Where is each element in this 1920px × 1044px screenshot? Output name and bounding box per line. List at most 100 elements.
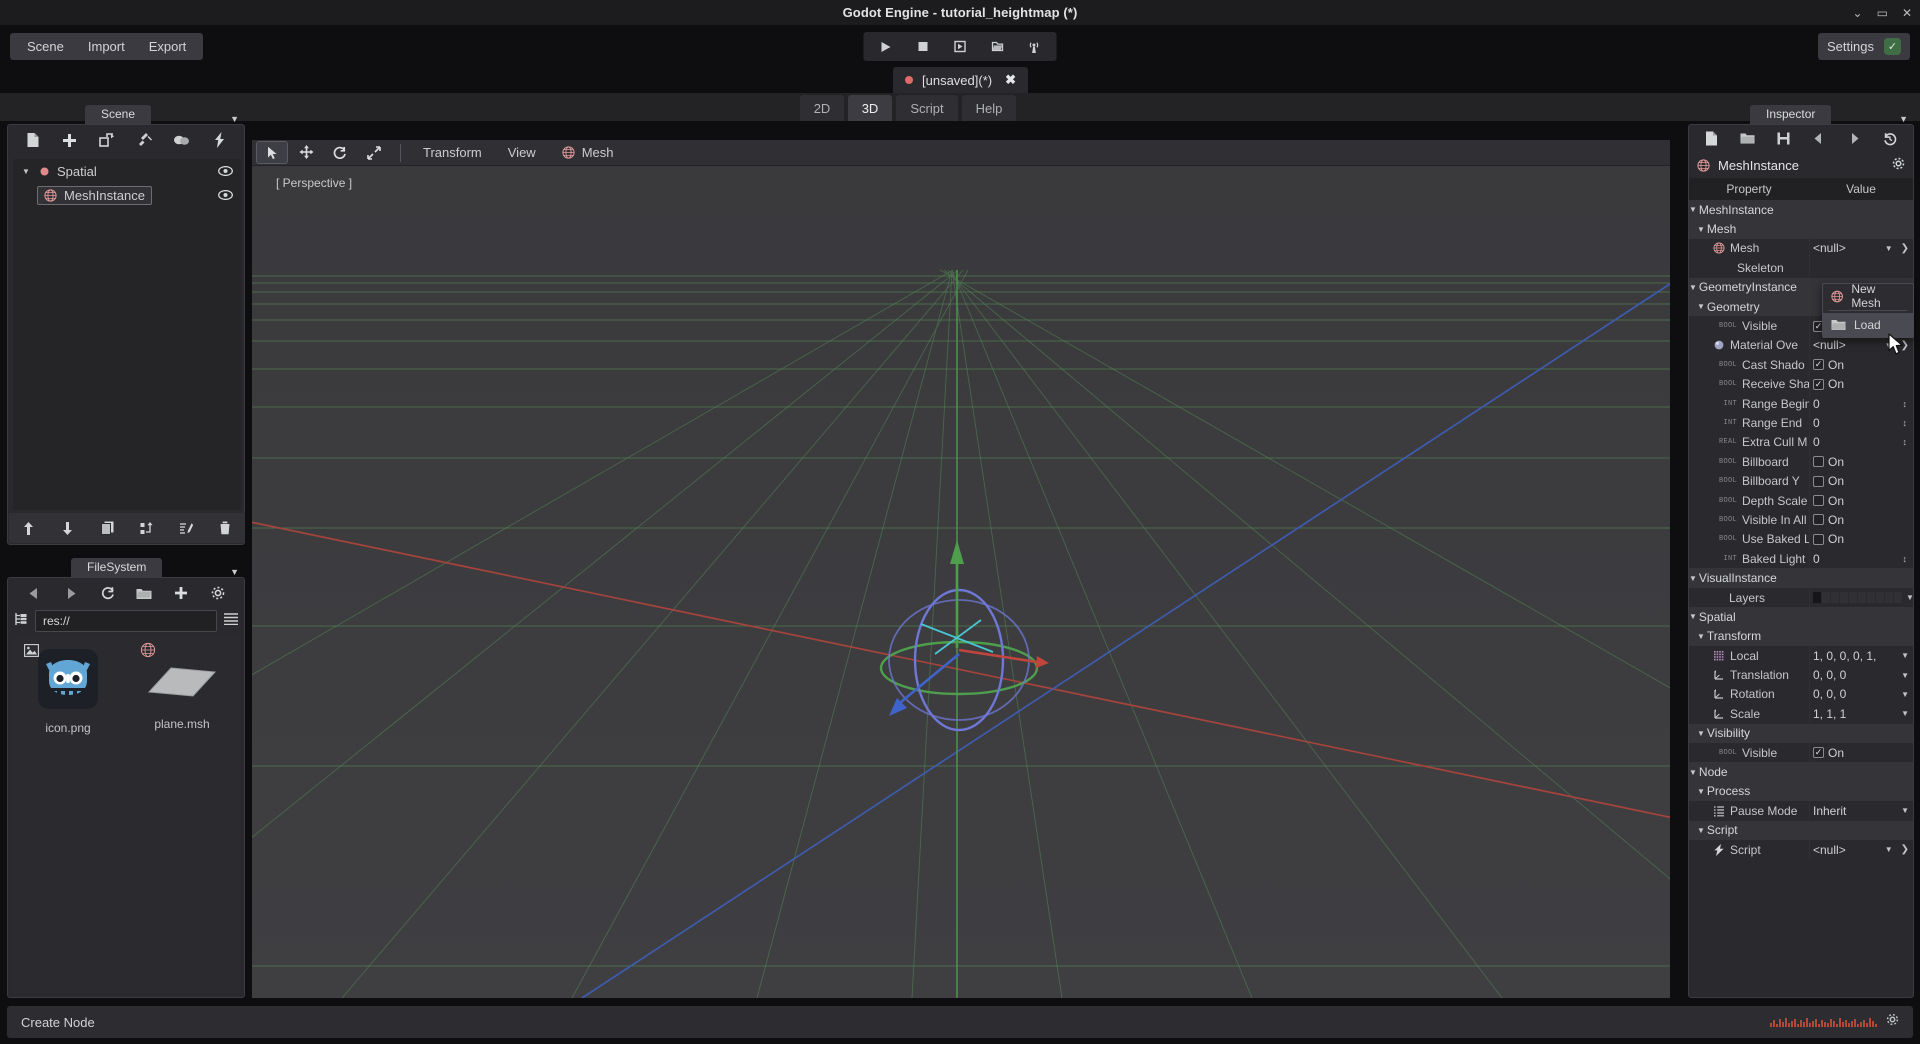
visibility-toggle-icon[interactable] (218, 188, 241, 203)
collapse-caret-icon[interactable]: ▼ (1697, 302, 1705, 311)
chevron-down-icon[interactable]: ▼ (1901, 806, 1913, 815)
menu-scene[interactable]: Scene (15, 33, 76, 60)
property-row-pause-mode[interactable]: Pause Mode Inherit ▼ (1689, 801, 1913, 821)
property-value-cell[interactable]: ✓ On (1809, 374, 1913, 394)
property-category-node[interactable]: ▼ Node (1689, 762, 1913, 782)
property-value-cell[interactable]: <null> ▼ ❯ (1809, 238, 1913, 259)
layer-bit[interactable] (1849, 592, 1857, 603)
expand-caret-icon[interactable]: ▼ (19, 167, 33, 176)
tab-3d[interactable]: 3D (848, 95, 892, 121)
menu-import[interactable]: Import (76, 33, 137, 60)
checkbox-icon[interactable] (1813, 514, 1824, 526)
property-row-skeleton[interactable]: Skeleton (1689, 258, 1913, 278)
checkbox-icon[interactable] (1813, 456, 1824, 468)
scene-tab-unsaved[interactable]: [unsaved](*) ✖ (893, 67, 1028, 93)
scene-tree-node-meshinstance[interactable]: MeshInstance (37, 185, 152, 205)
spinner-icon[interactable]: ↕ (1903, 399, 1914, 409)
forward-icon[interactable] (53, 580, 90, 606)
property-value-cell[interactable]: On (1809, 529, 1913, 550)
connect-signal-icon[interactable] (126, 127, 163, 153)
collapse-caret-icon[interactable]: ▼ (1697, 729, 1705, 738)
number-value[interactable]: 0 (1813, 435, 1820, 449)
tab-help[interactable]: Help (962, 95, 1016, 121)
layer-bit[interactable] (1876, 592, 1884, 603)
chevron-down-icon[interactable]: ▼ (1901, 709, 1913, 718)
property-value-cell[interactable]: 0 ↕ (1809, 413, 1914, 433)
spinner-icon[interactable]: ↕ (1903, 554, 1914, 564)
viewport-3d[interactable]: [ Perspective ] (252, 166, 1670, 998)
property-row-scale[interactable]: Scale 1, 1, 1 ▼ (1689, 704, 1913, 724)
scale-tool[interactable] (358, 141, 390, 164)
viewport-menu-view[interactable]: View (496, 145, 548, 160)
move-up-icon[interactable] (9, 521, 48, 535)
collapse-caret-icon[interactable]: ▼ (1689, 612, 1697, 621)
stop-button[interactable] (907, 33, 940, 60)
filesystem-dock-menu-icon[interactable]: ▼ (230, 567, 245, 577)
layer-bit[interactable] (1894, 592, 1902, 603)
property-value-cell[interactable]: 0 ↕ (1809, 549, 1914, 569)
filesystem-dock-tab[interactable]: FileSystem (71, 558, 163, 577)
play-scene-button[interactable] (944, 33, 977, 60)
chevron-down-icon[interactable]: ▼ (1885, 845, 1897, 854)
group-icon[interactable] (163, 127, 200, 153)
checkbox-icon[interactable] (1813, 533, 1824, 545)
property-row-translation[interactable]: Translation 0, 0, 0 ▼ (1689, 665, 1913, 685)
list-view-icon[interactable] (224, 612, 238, 630)
chevron-down-icon[interactable]: ▼ (1906, 593, 1913, 602)
filesystem-path-input[interactable]: res:// (35, 610, 217, 632)
open-resource-arrow-icon[interactable]: ❯ (1901, 243, 1913, 254)
filesystem-settings-icon[interactable] (199, 580, 236, 606)
collapse-caret-icon[interactable]: ▼ (1689, 768, 1697, 777)
add-icon[interactable] (163, 580, 200, 606)
spinner-icon[interactable]: ↕ (1903, 437, 1914, 447)
property-category-transform[interactable]: ▼ Transform (1689, 626, 1913, 646)
history-icon[interactable] (1872, 127, 1908, 151)
property-value-cell[interactable]: 0 ↕ (1809, 393, 1914, 414)
mesh-resource-popup-menu[interactable]: New Mesh Load (1822, 282, 1914, 338)
collapse-caret-icon[interactable]: ▼ (1689, 574, 1697, 583)
property-row-visible-in-all[interactable]: BOOL Visible In All On (1689, 510, 1913, 530)
layer-bit[interactable] (1867, 592, 1875, 603)
collapse-caret-icon[interactable]: ▼ (1697, 225, 1705, 234)
property-value-cell[interactable]: On (1809, 471, 1913, 491)
checkbox-icon[interactable]: ✓ (1813, 378, 1824, 390)
viewport-menu-transform[interactable]: Transform (411, 145, 494, 160)
property-row-billboard[interactable]: BOOL Billboard On (1689, 452, 1913, 472)
new-scene-icon[interactable] (14, 127, 51, 153)
layer-bit[interactable] (1840, 592, 1848, 603)
layers-bitfield[interactable] (1813, 592, 1902, 603)
refresh-icon[interactable] (89, 580, 126, 606)
gear-icon[interactable] (1892, 157, 1905, 173)
spinner-icon[interactable]: ↕ (1903, 418, 1914, 428)
property-category-visualinstance[interactable]: ▼ VisualInstance (1689, 568, 1913, 588)
collapse-caret-icon[interactable]: ▼ (1689, 283, 1697, 292)
property-row-rotation[interactable]: Rotation 0, 0, 0 ▼ (1689, 684, 1913, 705)
number-value[interactable]: 0 (1813, 416, 1820, 430)
status-settings-icon[interactable] (1886, 1013, 1899, 1031)
file-tree-icon[interactable] (14, 612, 28, 631)
new-resource-icon[interactable] (1694, 127, 1730, 151)
checkbox-icon[interactable] (1813, 475, 1824, 487)
property-value-cell[interactable]: Inherit ▼ (1809, 801, 1913, 821)
scene-tree-node-spatial[interactable]: Spatial (33, 163, 103, 180)
property-value-cell[interactable]: 0, 0, 0 ▼ (1809, 684, 1913, 705)
property-row-visible[interactable]: BOOL Visible ✓ On (1689, 742, 1913, 763)
play-custom-scene-button[interactable] (981, 33, 1014, 60)
property-value-cell[interactable]: On (1809, 490, 1913, 511)
property-value-cell[interactable]: On (1809, 452, 1913, 472)
property-category-script[interactable]: ▼ Script (1689, 820, 1913, 840)
property-row-depth-scale[interactable]: BOOL Depth Scale On (1689, 490, 1913, 511)
file-item-icon-png[interactable]: icon.png (20, 644, 116, 735)
add-node-icon[interactable] (51, 127, 88, 153)
close-icon[interactable]: ✕ (1902, 7, 1912, 19)
scene-tree[interactable]: ▼ Spatial MeshInstance (13, 159, 241, 510)
rotate-tool[interactable] (324, 141, 356, 164)
property-value-cell[interactable]: ✓ On (1809, 742, 1913, 763)
new-folder-icon[interactable] (126, 580, 163, 606)
chevron-down-icon[interactable]: ▼ (1901, 651, 1913, 660)
property-row-local[interactable]: Local 1, 0, 0, 0, 1, ▼ (1689, 645, 1913, 666)
collapse-caret-icon[interactable]: ▼ (1689, 205, 1697, 214)
property-category-mesh[interactable]: ▼ Mesh (1689, 219, 1913, 239)
property-row-billboard-y[interactable]: BOOL Billboard Y On (1689, 471, 1913, 491)
settings-button[interactable]: Settings ✓ (1818, 33, 1910, 60)
